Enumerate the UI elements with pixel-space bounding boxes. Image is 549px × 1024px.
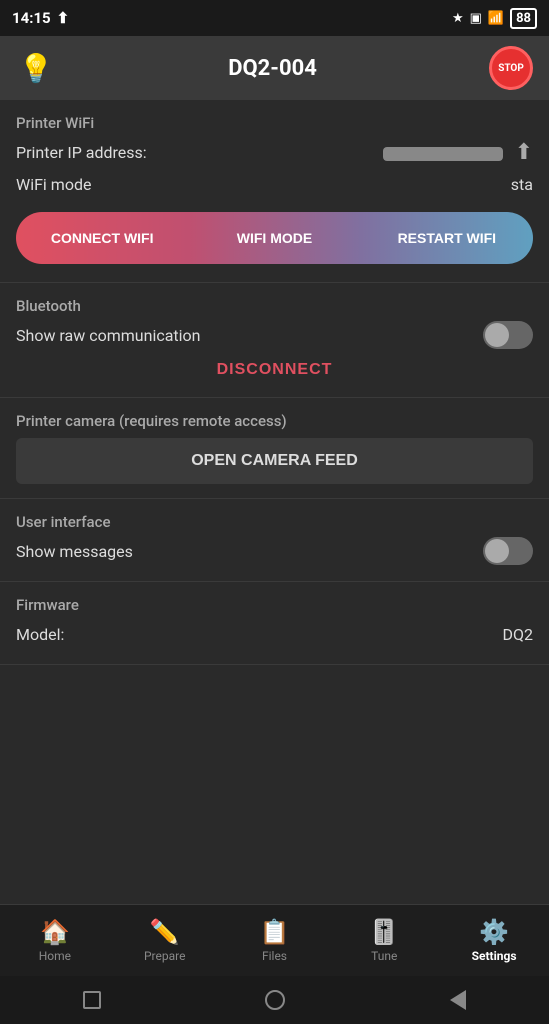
connect-wifi-button[interactable]: CONNECT WIFI <box>16 212 188 264</box>
show-messages-toggle[interactable] <box>483 537 533 565</box>
time-display: 14:15 <box>12 9 51 27</box>
nav-item-settings[interactable]: ⚙️ Settings <box>439 905 549 976</box>
status-time: 14:15 ⬆ <box>12 9 69 27</box>
ip-blurred-value <box>383 147 503 161</box>
page-title: DQ2-004 <box>56 56 489 81</box>
toggle-knob <box>485 323 509 347</box>
bluetooth-icon: ★ <box>452 11 464 26</box>
stop-button[interactable]: STOP <box>489 46 533 90</box>
firmware-model-value: DQ2 <box>503 625 534 644</box>
battery-level: 88 <box>510 8 537 29</box>
tune-icon: 🎚️ <box>369 918 399 946</box>
files-icon: 📋 <box>260 918 290 946</box>
bottom-nav: 🏠 Home ✏️ Prepare 📋 Files 🎚️ Tune ⚙️ Set… <box>0 904 549 976</box>
home-icon: 🏠 <box>40 918 70 946</box>
nav-label-home: Home <box>39 949 71 963</box>
android-recents-button[interactable] <box>78 986 106 1014</box>
stop-label: STOP <box>498 63 524 74</box>
show-raw-toggle[interactable] <box>483 321 533 349</box>
prepare-icon: ✏️ <box>150 918 180 946</box>
firmware-section: Firmware Model: DQ2 <box>0 582 549 665</box>
nav-label-settings: Settings <box>472 949 517 963</box>
settings-icon: ⚙️ <box>479 918 509 946</box>
camera-section: Printer camera (requires remote access) … <box>0 398 549 499</box>
app-header: 💡 DQ2-004 STOP <box>0 36 549 100</box>
wifi-section-title: Printer WiFi <box>16 114 533 132</box>
content-area: Printer WiFi Printer IP address: ⬆ WiFi … <box>0 100 549 904</box>
show-messages-label: Show messages <box>16 542 133 561</box>
bluetooth-section: Bluetooth Show raw communication DISCONN… <box>0 283 549 398</box>
camera-section-title: Printer camera (requires remote access) <box>16 412 533 430</box>
firmware-section-title: Firmware <box>16 596 533 614</box>
status-icons: ★ ▣ 📶 88 <box>452 8 537 29</box>
copy-icon[interactable]: ⬆ <box>515 140 533 165</box>
nav-item-home[interactable]: 🏠 Home <box>0 905 110 976</box>
back-triangle-icon <box>450 990 466 1010</box>
home-circle-icon <box>265 990 285 1010</box>
nav-label-tune: Tune <box>371 949 397 963</box>
bulb-icon: 💡 <box>19 52 54 85</box>
upload-icon: ⬆ <box>57 9 70 27</box>
bluetooth-section-title: Bluetooth <box>16 297 533 315</box>
wifi-mode-label: WiFi mode <box>16 175 91 194</box>
wifi-mode-button[interactable]: WIFI MODE <box>188 212 360 264</box>
restart-wifi-button[interactable]: RESTART WIFI <box>361 212 533 264</box>
android-nav-bar <box>0 976 549 1024</box>
show-raw-label: Show raw communication <box>16 326 201 345</box>
status-bar: 14:15 ⬆ ★ ▣ 📶 88 <box>0 0 549 36</box>
recents-icon <box>83 991 101 1009</box>
ui-section: User interface Show messages <box>0 499 549 582</box>
show-messages-row: Show messages <box>16 535 533 567</box>
nav-item-files[interactable]: 📋 Files <box>220 905 330 976</box>
wifi-icon: 📶 <box>488 11 504 26</box>
nav-item-tune[interactable]: 🎚️ Tune <box>329 905 439 976</box>
battery-icon: ▣ <box>470 11 482 26</box>
wifi-buttons-group: CONNECT WIFI WIFI MODE RESTART WIFI <box>16 212 533 264</box>
nav-label-files: Files <box>262 949 287 963</box>
android-home-button[interactable] <box>261 986 289 1014</box>
wifi-section: Printer WiFi Printer IP address: ⬆ WiFi … <box>0 100 549 283</box>
nav-item-prepare[interactable]: ✏️ Prepare <box>110 905 220 976</box>
wifi-mode-row: WiFi mode sta <box>16 168 533 200</box>
ui-section-title: User interface <box>16 513 533 531</box>
android-back-button[interactable] <box>444 986 472 1014</box>
show-messages-toggle-knob <box>485 539 509 563</box>
ip-address-label: Printer IP address: <box>16 143 147 162</box>
ip-address-row: Printer IP address: ⬆ <box>16 136 533 168</box>
firmware-model-label: Model: <box>16 625 64 644</box>
disconnect-button[interactable]: DISCONNECT <box>16 351 533 383</box>
open-camera-button[interactable]: OPEN CAMERA FEED <box>16 438 533 484</box>
show-raw-row: Show raw communication <box>16 319 533 351</box>
firmware-model-row: Model: DQ2 <box>16 618 533 650</box>
wifi-mode-value: sta <box>511 175 533 194</box>
light-icon-button[interactable]: 💡 <box>16 48 56 88</box>
ip-address-value: ⬆ <box>383 140 533 165</box>
nav-label-prepare: Prepare <box>144 949 185 963</box>
